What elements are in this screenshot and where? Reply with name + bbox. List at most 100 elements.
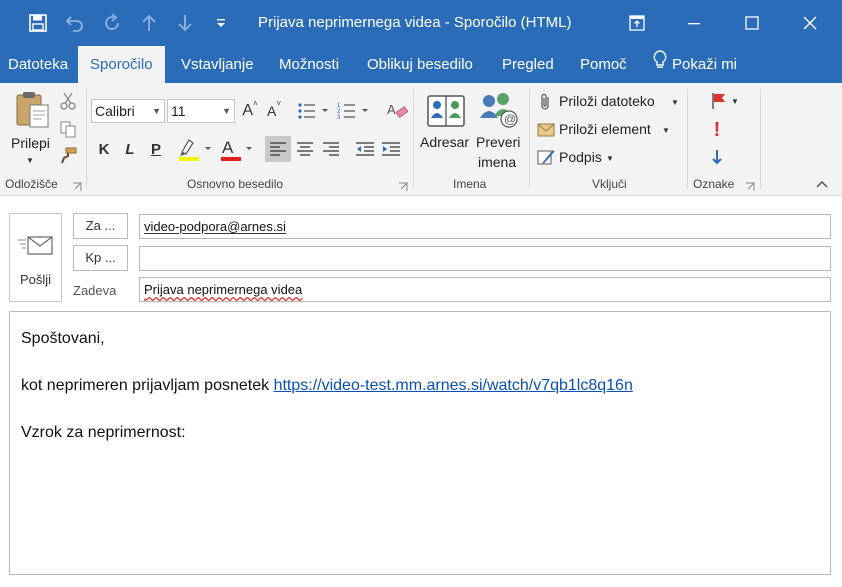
paste-dropdown-icon[interactable]: ▼: [24, 155, 36, 165]
font-name-value: Calibri: [95, 103, 135, 119]
save-icon[interactable]: [25, 10, 51, 36]
to-button[interactable]: Za ...: [73, 213, 128, 239]
address-book-icon[interactable]: [425, 91, 467, 131]
font-size-combo[interactable]: 11 ▼: [167, 99, 235, 123]
arrow-up-icon[interactable]: [136, 10, 162, 36]
clipboard-group-label: Odložišče: [5, 177, 58, 191]
basic-text-launcher-icon[interactable]: [398, 180, 408, 191]
numbering-icon[interactable]: 123: [336, 99, 372, 123]
body-reason-label: Vzrok za neprimernost:: [21, 424, 186, 441]
tell-me-search[interactable]: Pokaži mi: [652, 46, 737, 83]
check-names-label-line2[interactable]: imena: [478, 154, 516, 170]
copy-icon[interactable]: [58, 119, 78, 139]
tab-insert[interactable]: Vstavljanje: [181, 46, 254, 83]
ribbon-tabs: Datoteka Sporočilo Vstavljanje Možnosti …: [0, 46, 842, 83]
group-separator: [760, 89, 761, 189]
tab-file[interactable]: Datoteka: [8, 46, 68, 83]
cc-field[interactable]: [139, 246, 831, 271]
grow-font-icon[interactable]: A ˄: [240, 99, 260, 123]
svg-text:A: A: [222, 138, 234, 157]
format-painter-icon[interactable]: [58, 145, 78, 165]
tags-launcher-icon[interactable]: [745, 180, 755, 191]
check-names-icon[interactable]: @: [477, 89, 521, 131]
title-bar: Prijava neprimernega videa - Sporočilo (…: [0, 0, 842, 46]
bullets-icon[interactable]: [296, 99, 332, 123]
follow-up-flag-icon[interactable]: [709, 91, 729, 111]
window-title: Prijava neprimernega videa - Sporočilo (…: [258, 14, 572, 31]
chevron-down-icon: ▼: [222, 106, 231, 116]
basic-text-group-label: Osnovno besedilo: [187, 177, 284, 191]
body-report-link[interactable]: https://video-test.mm.arnes.si/watch/v7q…: [274, 377, 633, 394]
to-field[interactable]: video-podpora@arnes.si: [139, 214, 831, 239]
tab-message[interactable]: Sporočilo: [78, 46, 165, 83]
bold-button[interactable]: K: [93, 137, 115, 161]
shrink-font-icon[interactable]: A ˅: [264, 99, 284, 123]
maximize-icon[interactable]: [724, 0, 780, 46]
clipboard-launcher-icon[interactable]: [72, 180, 82, 191]
attach-file-label[interactable]: Priloži datoteko: [559, 93, 655, 109]
body-greeting: Spoštovani,: [21, 330, 105, 347]
align-right-icon[interactable]: [318, 136, 344, 162]
signature-icon[interactable]: [537, 148, 555, 166]
body-report-text: kot neprimeren prijavljam posnetek: [21, 377, 274, 394]
message-body[interactable]: Spoštovani, kot neprimeren prijavljam po…: [9, 311, 831, 575]
undo-icon[interactable]: [62, 10, 88, 36]
paperclip-icon[interactable]: [538, 93, 554, 111]
clear-formatting-icon[interactable]: A: [384, 99, 410, 123]
subject-label: Zadeva: [73, 283, 117, 298]
attach-item-icon[interactable]: [537, 120, 555, 138]
cc-button[interactable]: Kp ...: [73, 245, 128, 271]
chevron-down-icon[interactable]: ▼: [729, 95, 741, 107]
subject-field[interactable]: Prijava neprimernega videa: [139, 277, 831, 302]
svg-text:@: @: [504, 112, 516, 126]
group-separator: [86, 89, 87, 189]
tab-review[interactable]: Pregled: [502, 46, 554, 83]
cut-icon[interactable]: [58, 91, 78, 111]
italic-button[interactable]: L: [119, 137, 141, 161]
close-icon[interactable]: [782, 0, 838, 46]
minimize-icon[interactable]: [666, 0, 722, 46]
to-recipient[interactable]: video-podpora@arnes.si: [144, 219, 286, 234]
underline-button[interactable]: P: [145, 137, 167, 161]
lightbulb-icon: [652, 47, 668, 84]
chevron-down-icon[interactable]: ▼: [660, 123, 672, 137]
chevron-down-icon: ▼: [152, 106, 161, 116]
signature-label[interactable]: Podpis: [559, 149, 602, 165]
low-importance-icon[interactable]: [709, 147, 725, 167]
attach-item-label[interactable]: Priloži element: [559, 121, 651, 137]
body-report-line: kot neprimeren prijavljam posnetek https…: [21, 377, 633, 395]
address-book-label[interactable]: Adresar: [420, 134, 469, 150]
redo-icon[interactable]: [99, 10, 125, 36]
font-size-value: 11: [171, 103, 186, 119]
chevron-down-icon[interactable]: ▼: [669, 95, 681, 109]
send-icon: [18, 234, 54, 261]
font-color-icon[interactable]: A: [218, 135, 258, 163]
paste-icon[interactable]: [10, 89, 54, 129]
svg-text:A: A: [387, 102, 396, 117]
ribbon-display-options-icon[interactable]: [609, 0, 665, 46]
send-label: Pošlji: [20, 272, 52, 287]
align-center-icon[interactable]: [292, 136, 318, 162]
arrow-down-icon[interactable]: [172, 10, 198, 36]
group-separator: [413, 89, 414, 189]
tags-group-label: Oznake: [693, 177, 735, 191]
chevron-down-icon[interactable]: ▼: [604, 151, 616, 165]
tab-format-text[interactable]: Oblikuj besedilo: [367, 46, 473, 83]
customize-qat-icon[interactable]: [208, 10, 234, 36]
increase-indent-icon[interactable]: [379, 136, 403, 162]
paste-label[interactable]: Prilepi: [11, 135, 50, 151]
tab-help[interactable]: Pomoč: [580, 46, 627, 83]
tab-options[interactable]: Možnosti: [279, 46, 339, 83]
check-names-label-line1[interactable]: Preveri: [476, 134, 520, 150]
high-importance-icon[interactable]: !: [709, 119, 725, 141]
ribbon: Prilepi ▼ Odložišče Calibri ▼ 11 ▼ A ˄ A ˅…: [0, 83, 842, 196]
align-left-icon[interactable]: [265, 136, 291, 162]
decrease-indent-icon[interactable]: [353, 136, 377, 162]
collapse-ribbon-icon[interactable]: [814, 177, 830, 191]
font-name-combo[interactable]: Calibri ▼: [91, 99, 165, 123]
subject-value: Prijava neprimernega videa: [144, 282, 303, 297]
include-group-label: Vključi: [592, 177, 627, 191]
highlight-color-icon[interactable]: [176, 135, 216, 163]
send-button[interactable]: Pošlji: [9, 213, 62, 302]
svg-text:3: 3: [337, 115, 341, 120]
